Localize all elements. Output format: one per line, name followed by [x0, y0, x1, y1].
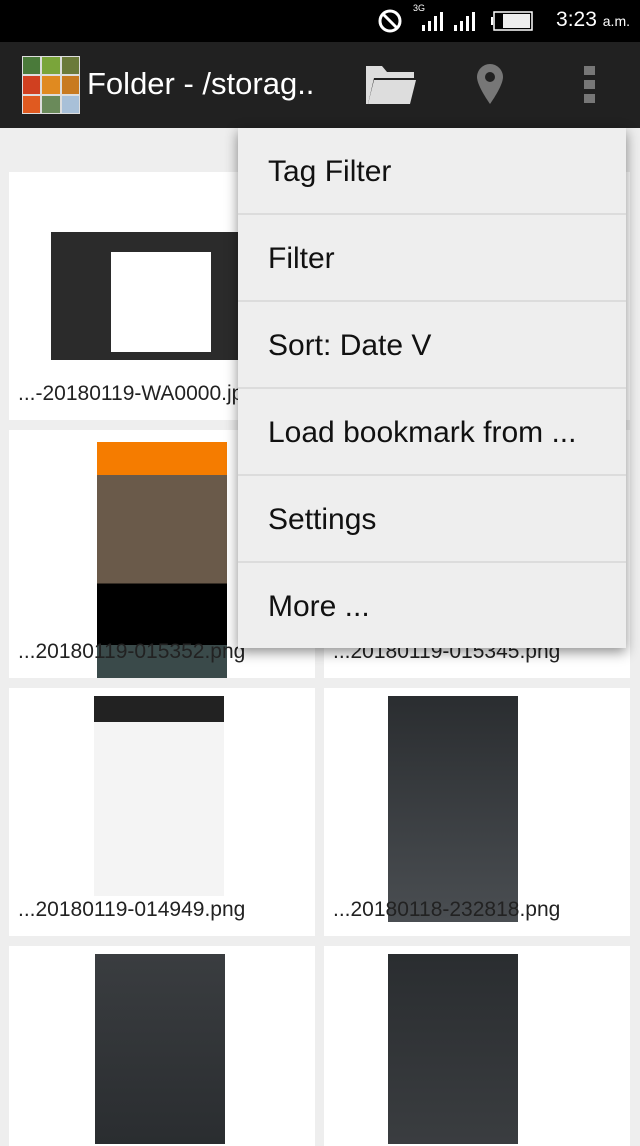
file-card[interactable]: ...20180119-014949.png: [9, 688, 315, 936]
folder-icon[interactable]: [364, 64, 418, 106]
file-thumbnail: [388, 954, 518, 1144]
file-name: ...20180118-232818.png: [333, 898, 561, 921]
menu-item-tag-filter[interactable]: Tag Filter: [238, 128, 626, 215]
menu-item-more[interactable]: More ...: [238, 563, 626, 650]
status-bar: 3G 3:23 a.m.: [0, 0, 640, 42]
menu-item-load-bookmark[interactable]: Load bookmark from ...: [238, 389, 626, 476]
file-thumbnail: [95, 954, 225, 1144]
signal-icon: [422, 12, 443, 31]
clock: 3:23 a.m.: [556, 8, 630, 31]
file-card[interactable]: [9, 946, 315, 1146]
file-name: ...-20180119-WA0000.jpg: [18, 382, 255, 405]
battery-icon: [491, 11, 533, 31]
file-name: ...20180119-015352.png: [18, 640, 246, 663]
overflow-menu: Tag Filter Filter Sort: Date V Load book…: [238, 128, 626, 648]
app-logo-icon[interactable]: [22, 56, 80, 114]
do-not-disturb-icon: [378, 9, 402, 33]
signal-icon-2: [454, 12, 475, 31]
file-thumbnail: [94, 696, 224, 896]
toolbar: Folder - /storag..: [0, 42, 640, 128]
toolbar-title: Folder - /storag..: [87, 66, 315, 101]
location-pin-icon[interactable]: [477, 64, 503, 104]
file-thumbnail: [388, 696, 518, 922]
file-name: ...20180119-014949.png: [18, 898, 246, 921]
menu-item-sort[interactable]: Sort: Date V: [238, 302, 626, 389]
file-card[interactable]: ...20180118-232818.png: [324, 688, 630, 936]
menu-item-settings[interactable]: Settings: [238, 476, 626, 563]
overflow-menu-icon[interactable]: [583, 66, 597, 104]
menu-item-filter[interactable]: Filter: [238, 215, 626, 302]
file-card[interactable]: [324, 946, 630, 1146]
